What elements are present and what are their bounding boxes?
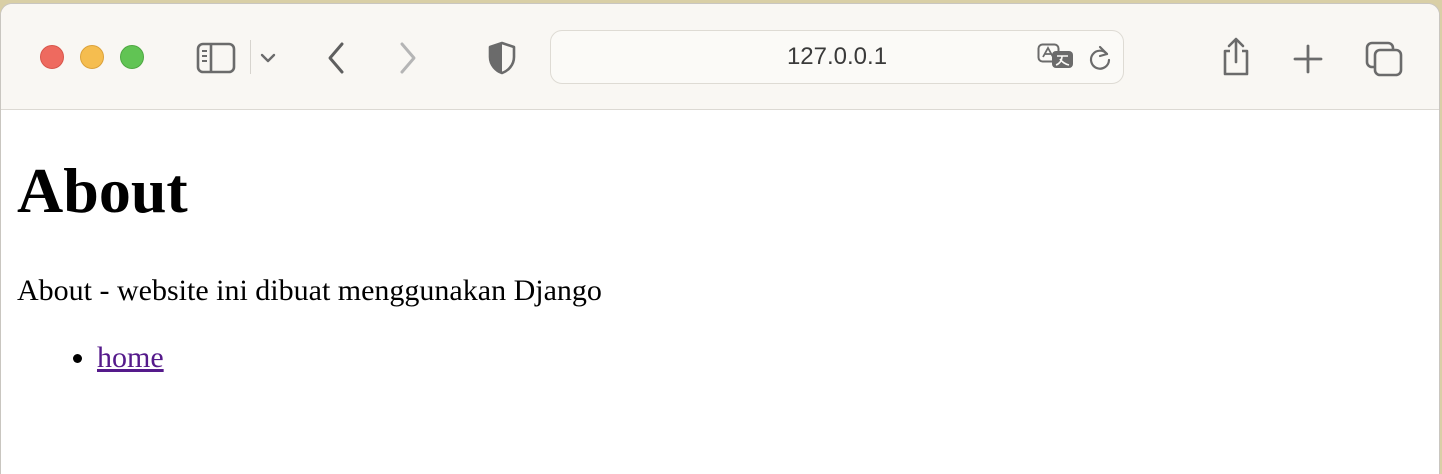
shield-icon[interactable] <box>485 39 519 77</box>
share-icon[interactable] <box>1218 36 1254 78</box>
translate-icon[interactable] <box>1037 43 1075 71</box>
browser-window: 127.0.0.1 About About - website ini dibu… <box>0 3 1440 474</box>
page-title: About <box>17 155 188 226</box>
nav-list: home <box>17 338 164 378</box>
browser-toolbar: 127.0.0.1 <box>1 4 1439 110</box>
maximize-window-button[interactable] <box>120 45 144 69</box>
plus-icon[interactable] <box>1290 42 1326 76</box>
chevron-right-icon[interactable] <box>393 40 423 76</box>
minimize-window-button[interactable] <box>80 45 104 69</box>
toolbar-divider <box>250 40 251 74</box>
page-content: About About - website ini dibuat menggun… <box>1 110 1439 474</box>
chevron-left-icon[interactable] <box>321 40 351 76</box>
close-window-button[interactable] <box>40 45 64 69</box>
sidebar-icon[interactable] <box>194 38 238 78</box>
tabs-overview-icon[interactable] <box>1364 40 1404 78</box>
chevron-down-icon[interactable] <box>258 48 278 68</box>
home-link[interactable]: home <box>97 341 164 374</box>
reload-icon[interactable] <box>1087 44 1113 72</box>
address-bar[interactable]: 127.0.0.1 <box>550 30 1124 84</box>
page-description: About - website ini dibuat menggunakan D… <box>17 274 602 307</box>
list-item: home <box>97 338 164 378</box>
